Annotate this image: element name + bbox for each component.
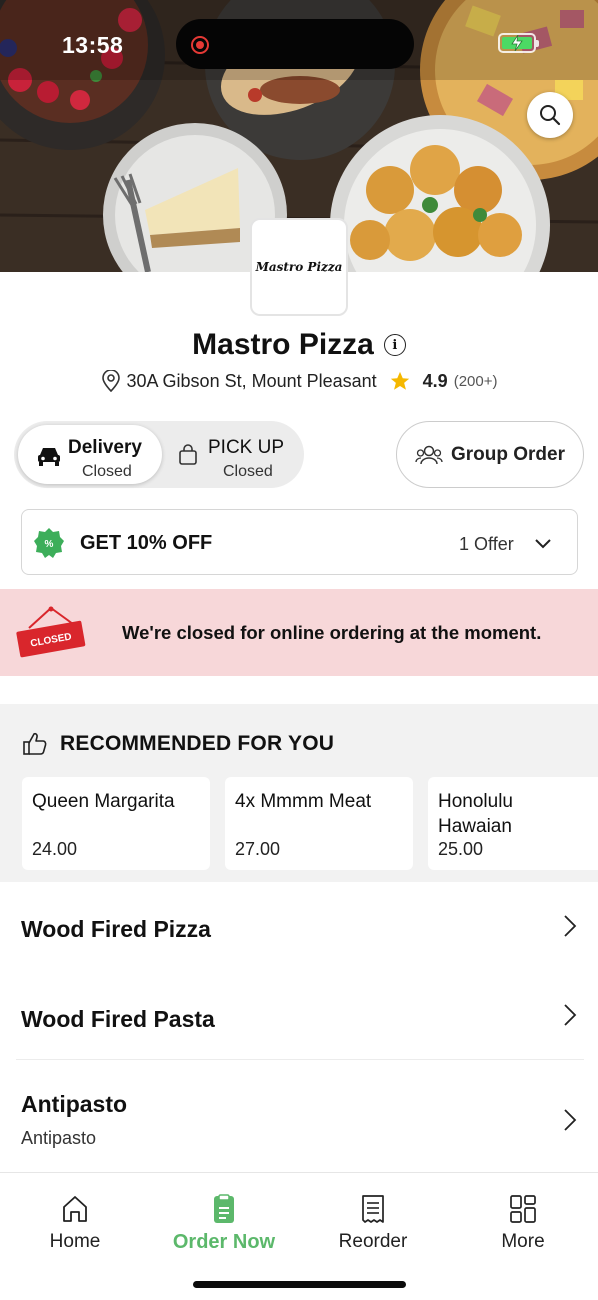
chevron-down-icon (535, 539, 551, 549)
rating-count: (200+) (453, 372, 498, 390)
delivery-option[interactable]: Delivery Closed (18, 425, 162, 484)
tab-home[interactable]: Home (0, 1193, 150, 1263)
chevron-right-icon (564, 1004, 577, 1026)
star-icon (390, 371, 409, 390)
pickup-label: PICK UP (208, 437, 285, 458)
recommended-title: RECOMMENDED FOR YOU (60, 732, 335, 755)
tab-label: Order Now (172, 1231, 276, 1253)
battery-icon (498, 33, 539, 53)
category-row[interactable]: Wood Fired Pizza (0, 882, 598, 972)
restaurant-address: 30A Gibson St, Mount Pleasant (126, 370, 377, 391)
screen-recording-icon (191, 36, 209, 54)
address-row: 30A Gibson St, Mount Pleasant 4.9 (200+) (0, 370, 598, 392)
home-indicator (193, 1281, 406, 1288)
recommended-item-price: 27.00 (235, 839, 281, 859)
tab-label: More (501, 1231, 545, 1252)
restaurant-name: Mastro Pizza (192, 328, 374, 361)
offer-dropdown[interactable]: % GET 10% OFF 1 Offer (21, 509, 578, 575)
offer-title: GET 10% OFF (80, 532, 213, 554)
tab-label: Reorder (338, 1231, 408, 1252)
offer-count: 1 Offer (459, 534, 514, 554)
category-title: Antipasto (21, 1091, 128, 1117)
thumbs-up-icon (23, 732, 47, 755)
recommended-item-price: 25.00 (438, 839, 484, 859)
chevron-right-icon (564, 915, 577, 937)
tab-order-now[interactable]: Order Now (149, 1193, 299, 1263)
recommended-item-price: 24.00 (32, 839, 78, 859)
closed-message: We're closed for online ordering at the … (122, 622, 542, 643)
info-icon[interactable]: i (383, 334, 406, 356)
category-row[interactable]: Wood Fired Pasta (0, 972, 598, 1059)
pickup-status: Closed (223, 463, 273, 480)
category-title: Wood Fired Pasta (21, 1006, 215, 1032)
restaurant-logo: Mastro Pizza (250, 218, 348, 316)
recommended-item-name: 4x Mmmm Meat (235, 791, 372, 812)
car-icon (38, 448, 60, 466)
tab-reorder[interactable]: Reorder (298, 1193, 448, 1263)
recommended-header: RECOMMENDED FOR YOU (22, 731, 334, 757)
recommended-section: RECOMMENDED FOR YOU Queen Margarita 24.0… (0, 704, 598, 882)
receipt-icon (362, 1195, 384, 1223)
order-icon (214, 1194, 234, 1223)
category-title: Wood Fired Pizza (21, 916, 211, 942)
category-row[interactable]: Antipasto Antipasto (0, 1060, 598, 1172)
search-button[interactable] (527, 92, 573, 138)
group-users-icon (415, 445, 443, 464)
category-subtitle: Antipasto (21, 1128, 97, 1148)
tab-label: Home (49, 1231, 101, 1252)
discount-badge-icon: % (34, 528, 64, 558)
recommended-item-name: Honolulu Hawaian (438, 791, 513, 837)
home-icon (63, 1196, 87, 1222)
charging-bolt-icon (511, 35, 523, 51)
group-order-label: Group Order (450, 443, 565, 465)
recommended-card[interactable]: 4x Mmmm Meat 27.00 (225, 777, 413, 870)
recommended-card[interactable]: Honolulu Hawaian 25.00 (428, 777, 598, 870)
closed-sign-icon: CLOSED (16, 606, 86, 658)
location-pin-icon (101, 370, 120, 392)
status-time: 13:58 (62, 32, 124, 58)
order-mode-toggle: Delivery Closed PICK UP Closed (14, 421, 304, 488)
svg-text:%: % (45, 539, 54, 550)
pickup-option[interactable]: PICK UP Closed (168, 425, 300, 484)
grid-icon (510, 1195, 536, 1223)
group-order-button[interactable]: Group Order (396, 421, 584, 488)
delivery-label: Delivery (68, 437, 142, 458)
recommended-card[interactable]: Queen Margarita 24.00 (22, 777, 210, 870)
rating-value: 4.9 (422, 370, 448, 391)
tab-more[interactable]: More (448, 1193, 598, 1263)
restaurant-title-row: Mastro Pizza i (0, 328, 598, 362)
chevron-right-icon (564, 1109, 577, 1131)
dynamic-island (176, 19, 414, 69)
delivery-status: Closed (82, 463, 132, 480)
logo-text: Mastro Pizza (255, 260, 343, 274)
search-icon (540, 105, 561, 126)
shopping-bag-icon (179, 444, 197, 465)
closed-banner: CLOSED We're closed for online ordering … (0, 589, 598, 676)
recommended-item-name: Queen Margarita (32, 791, 175, 812)
